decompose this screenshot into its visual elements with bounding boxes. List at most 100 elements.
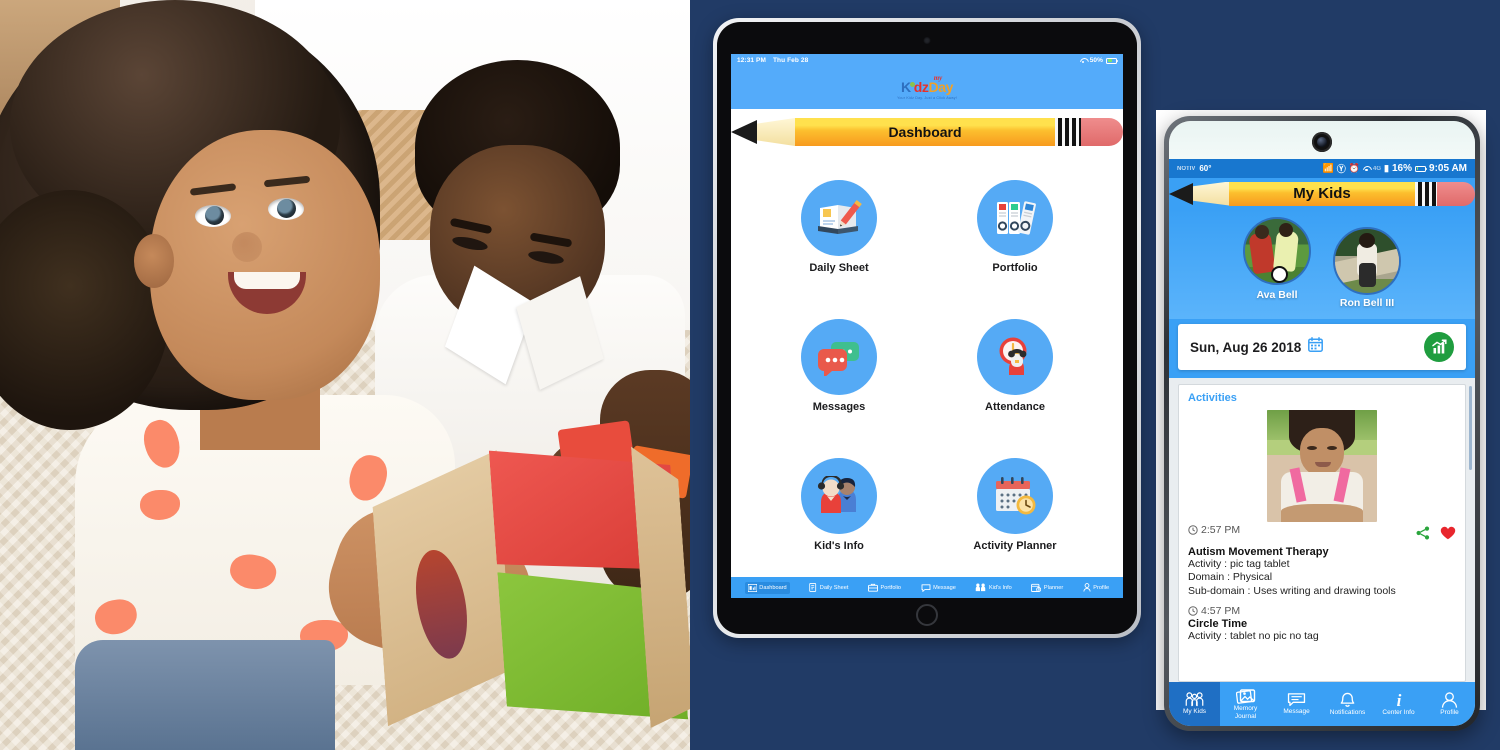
pencil-body: My Kids <box>1229 181 1415 206</box>
phone-device: NOTIV 60° 📶 Ⓨ ⏰ 4G ▮ 16% 9:05 AM My Kids… <box>1164 116 1480 731</box>
tab-label: Profile <box>1440 708 1459 716</box>
binders-icon <box>977 179 1053 256</box>
tab-label: Profile <box>1093 584 1110 591</box>
tile-attendance[interactable]: Attendance <box>927 296 1103 435</box>
tile-daily-sheet[interactable]: Daily Sheet <box>751 157 927 296</box>
app-logo: my KdzDay Your Kidz Day. Just a Click Aw… <box>897 75 957 101</box>
activity-detail: Activity : tablet no pic no tag <box>1188 630 1319 643</box>
battery-icon <box>1106 57 1119 64</box>
tile-portfolio[interactable]: Portfolio <box>927 157 1103 296</box>
tab-center-info[interactable]: i Center Info <box>1373 682 1424 726</box>
wifi-icon <box>1080 58 1087 64</box>
status-date: Thu Feb 28 <box>772 57 809 64</box>
app-logo-bar: my KdzDay Your Kidz Day. Just a Click Aw… <box>731 67 1123 109</box>
status-time: 12:31 PM <box>737 57 766 64</box>
tab-profile[interactable]: Profile <box>1083 583 1109 592</box>
pencil-eraser <box>1081 118 1123 146</box>
activity-entry-header: 2:57 PM <box>1188 524 1456 545</box>
share-icon[interactable] <box>1416 526 1430 545</box>
screenshot-stage: 12:31 PM Thu Feb 28 50% my KdzDay Your K… <box>0 0 1500 750</box>
tab-kids-info[interactable]: Kid's Info <box>975 583 1012 592</box>
toy-oval-hole <box>408 546 474 663</box>
tab-portfolio[interactable]: Portfolio <box>868 583 901 592</box>
vibrate-icon: 📶 <box>1322 163 1334 173</box>
front-camera-icon <box>1312 132 1332 152</box>
hero-photo <box>0 0 690 750</box>
phone-tab-bar: My Kids Memory Journal Message Notificat… <box>1169 682 1475 726</box>
tab-planner[interactable]: Planner <box>1031 583 1063 592</box>
tab-label: Portfolio <box>880 584 902 591</box>
ios-status-bar: 12:31 PM Thu Feb 28 50% <box>731 54 1123 67</box>
tile-label: Kid's Info <box>814 540 864 553</box>
phone-screen: NOTIV 60° 📶 Ⓨ ⏰ 4G ▮ 16% 9:05 AM My Kids… <box>1169 121 1475 726</box>
tab-message[interactable]: Message <box>921 583 956 592</box>
tile-label: Messages <box>812 400 866 413</box>
book-pencil-icon <box>801 179 877 256</box>
activity-detail: Domain : Physical <box>1188 571 1273 584</box>
tab-label: Kid's Info <box>988 584 1012 591</box>
dashboard-icon <box>747 583 757 592</box>
logo-wordmark: KdzDay <box>901 79 953 96</box>
message-icon <box>921 583 931 592</box>
tile-messages[interactable]: Messages <box>751 296 927 435</box>
tile-label: Attendance <box>985 400 1045 413</box>
kid-card-ava[interactable]: Ava Bell <box>1243 217 1311 309</box>
phone-bezel: NOTIV 60° 📶 Ⓨ ⏰ 4G ▮ 16% 9:05 AM My Kids… <box>1169 121 1475 726</box>
growth-chart-icon[interactable] <box>1424 332 1454 362</box>
tab-label: Message <box>1283 708 1310 716</box>
tab-notifications[interactable]: Notifications <box>1322 682 1373 726</box>
planner-icon <box>1031 583 1042 592</box>
my-kids-icon <box>1185 692 1204 707</box>
tab-dashboard[interactable]: Dashboard <box>744 581 790 594</box>
pencil-tip-icon <box>1169 182 1193 205</box>
message-icon <box>1287 693 1306 707</box>
tab-profile[interactable]: Profile <box>1424 682 1475 726</box>
battery-percent: 16% <box>1392 163 1413 174</box>
heart-icon[interactable] <box>1440 526 1456 545</box>
battery-icon <box>1415 165 1428 172</box>
girl-pupil-right <box>277 199 296 218</box>
temperature-label: 60° <box>1199 164 1212 173</box>
tab-label: Notifications <box>1329 708 1366 716</box>
pencil-tip-icon <box>731 120 757 144</box>
page-title: Dashboard <box>888 124 962 140</box>
profile-icon <box>1441 692 1458 708</box>
phone-title-pencil: My Kids <box>1169 178 1475 209</box>
ipad-tab-bar: Dashboard Daily Sheet Portfolio Message <box>731 577 1123 598</box>
android-status-bar: NOTIV 60° 📶 Ⓨ ⏰ 4G ▮ 16% 9:05 AM <box>1169 159 1475 178</box>
pencil-body: Dashboard <box>795 118 1055 146</box>
dashboard-tile-grid: Daily Sheet Portfolio Messages Attendanc… <box>731 151 1123 577</box>
tile-label: Activity Planner <box>973 540 1057 553</box>
scrollbar-thumb[interactable] <box>1469 386 1472 470</box>
data-icon: 4G <box>1373 165 1382 172</box>
date-bar: Sun, Aug 26 2018 <box>1169 319 1475 378</box>
tab-message[interactable]: Message <box>1271 682 1322 726</box>
calendar-icon[interactable] <box>1308 337 1324 357</box>
ipad-home-button[interactable] <box>916 604 938 626</box>
tab-daily-sheet[interactable]: Daily Sheet <box>809 583 848 592</box>
date-selector[interactable]: Sun, Aug 26 2018 <box>1178 324 1466 370</box>
activity-time: 2:57 PM <box>1188 524 1240 536</box>
kid-card-ron[interactable]: Ron Bell III <box>1333 227 1401 309</box>
tab-label: My Kids <box>1182 708 1207 716</box>
alarm-icon: ⏰ <box>1348 163 1361 173</box>
two-kids-icon <box>801 458 877 535</box>
activities-title: Activities <box>1188 392 1237 404</box>
girl-ear <box>134 234 174 288</box>
tile-kids-info[interactable]: Kid's Info <box>751 436 927 575</box>
tile-activity-planner[interactable]: Activity Planner <box>927 436 1103 575</box>
kid-name: Ron Bell III <box>1339 297 1395 309</box>
tab-memory-journal[interactable]: Memory Journal <box>1220 682 1271 726</box>
pencil-ferrule <box>1415 181 1437 206</box>
girl-face <box>150 130 380 400</box>
tab-label: Dashboard <box>759 584 787 591</box>
daily-sheet-icon <box>809 583 817 592</box>
ipad-screen: 12:31 PM Thu Feb 28 50% my KdzDay Your K… <box>731 54 1123 598</box>
kids-selector-row: Ava Bell Ron Bell III <box>1169 209 1475 319</box>
kid-name: Ava Bell <box>1256 289 1298 301</box>
wifi-icon <box>1363 166 1370 172</box>
info-icon: i <box>1396 691 1401 708</box>
battery-percent: 50% <box>1089 57 1103 64</box>
ipad-camera-icon <box>923 37 931 44</box>
tab-my-kids[interactable]: My Kids <box>1169 682 1220 726</box>
